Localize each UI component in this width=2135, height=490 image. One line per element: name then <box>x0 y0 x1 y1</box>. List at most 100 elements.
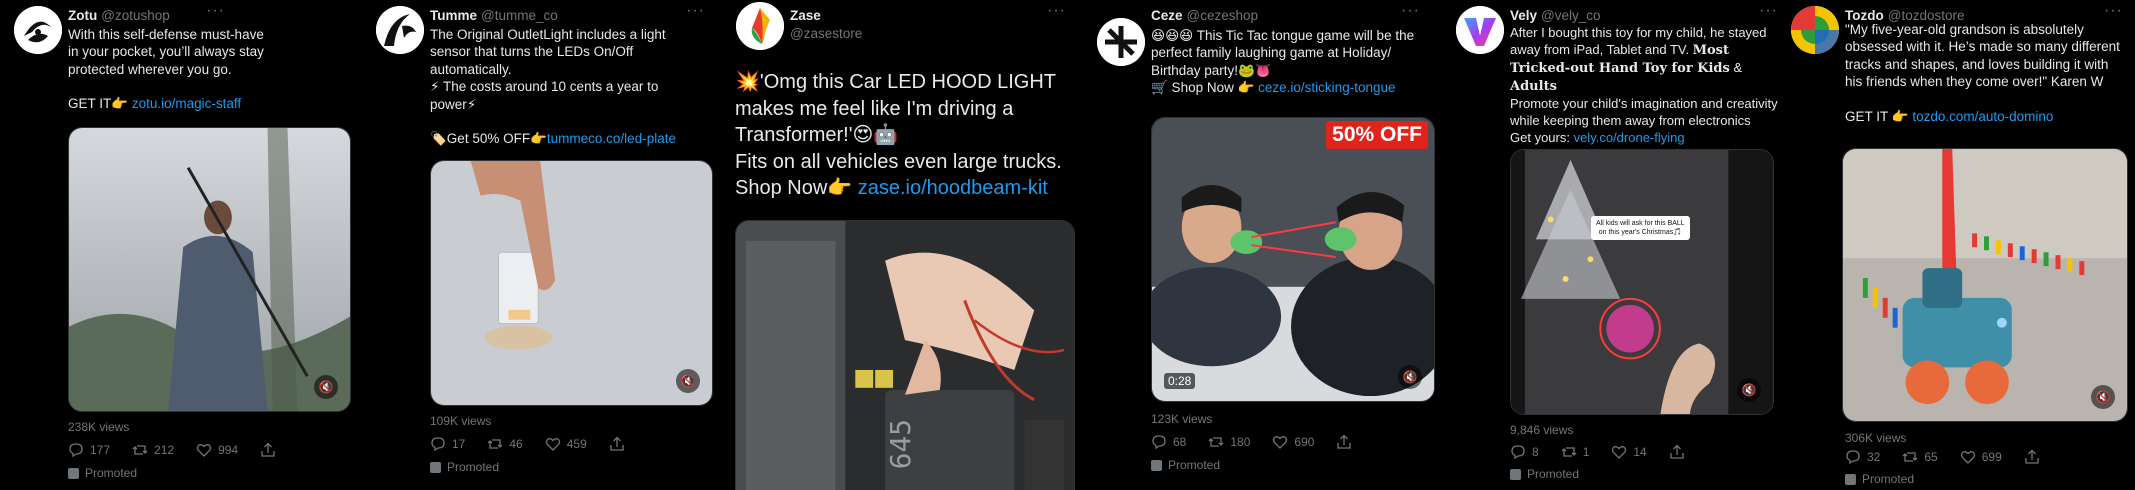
view-count: 109K views <box>430 414 492 428</box>
retweet-button[interactable]: 46 <box>487 436 523 452</box>
like-button[interactable]: 994 <box>196 442 238 458</box>
tweet-video[interactable]: 🔇 <box>430 160 713 406</box>
retweet-icon <box>132 442 148 458</box>
display-name[interactable]: Vely <box>1510 8 1537 23</box>
avatar[interactable] <box>376 6 424 54</box>
mute-button[interactable]: 🔇 <box>2091 385 2115 409</box>
promoted-text: Promoted <box>1862 472 1915 486</box>
retweet-button[interactable]: 65 <box>1902 449 1938 465</box>
view-count: 9,846 views <box>1510 423 1574 437</box>
reply-button[interactable]: 68 <box>1151 434 1186 450</box>
tweet-video[interactable]: 🔇 <box>1842 148 2128 422</box>
share-button[interactable] <box>1336 434 1358 450</box>
tumme-logo-icon <box>376 6 424 54</box>
promoted-text: Promoted <box>85 466 138 480</box>
cta-text: Shop Now👉 <box>735 177 858 199</box>
more-options-button[interactable]: ··· <box>206 2 225 20</box>
user-handle[interactable]: @cezeshop <box>1187 8 1259 23</box>
tweet-tozdo[interactable]: Tozdo @tozdostore ··· "My five-year-old g… <box>1777 0 2135 490</box>
user-handle[interactable]: @tumme_co <box>481 8 558 23</box>
reply-button[interactable]: 32 <box>1845 449 1880 465</box>
share-icon <box>1336 434 1352 450</box>
display-name[interactable]: Ceze <box>1151 8 1183 23</box>
more-options-button[interactable]: ··· <box>686 2 705 20</box>
reply-button[interactable]: 177 <box>68 442 110 458</box>
more-options-button[interactable]: ··· <box>2104 2 2123 20</box>
display-name[interactable]: Tumme <box>430 8 477 23</box>
user-handle[interactable]: @zotushop <box>101 8 170 23</box>
tweet-image[interactable]: 645 <box>735 220 1075 490</box>
tweet-actions: 68 180 690 <box>1151 434 1380 450</box>
promo-link[interactable]: ceze.io/sticking-tongue <box>1258 80 1395 95</box>
avatar[interactable] <box>1456 6 1504 54</box>
like-button[interactable]: 459 <box>545 436 587 452</box>
mute-button[interactable]: 🔇 <box>676 369 700 393</box>
mute-button[interactable]: 🔇 <box>314 375 338 399</box>
reply-count: 177 <box>90 443 111 457</box>
promoted-text: Promoted <box>447 460 500 474</box>
promo-link[interactable]: tummeco.co/led-plate <box>547 131 676 146</box>
mute-button[interactable]: 🔇 <box>1398 365 1422 389</box>
tweet-zotu[interactable]: Zotu @zotushop ··· With this self-defense… <box>0 0 355 490</box>
display-name[interactable]: Zase <box>790 8 1060 24</box>
tweet-video[interactable]: All kids will ask for this BALL on this … <box>1510 149 1774 415</box>
retweet-button[interactable]: 212 <box>132 442 174 458</box>
avatar[interactable] <box>1791 6 1839 54</box>
share-icon <box>609 436 625 452</box>
promoted-label: Promoted <box>68 466 137 480</box>
tweet-actions: 8 1 14 <box>1510 444 1713 460</box>
promoted-label: Promoted <box>1151 458 1220 472</box>
reply-button[interactable]: 8 <box>1510 444 1539 460</box>
more-options-button[interactable]: ··· <box>1401 2 1420 20</box>
tweet-vely[interactable]: Vely @vely_co ··· After I bought this toy… <box>1442 0 1792 490</box>
tozdo-logo-icon <box>1791 6 1839 54</box>
tweet-ceze[interactable]: Ceze @cezeshop ··· 😆😆😆 This Tic Tac tongu… <box>1083 0 1438 490</box>
mute-button[interactable]: 🔇 <box>1737 378 1761 402</box>
tweet-video[interactable]: 50% OFF 0:28 🔇 <box>1151 117 1435 402</box>
reply-icon <box>1845 449 1861 465</box>
view-count: 306K views <box>1845 431 1907 445</box>
tweet-video[interactable]: 🔇 <box>68 127 351 412</box>
user-handle[interactable]: @vely_co <box>1541 8 1600 23</box>
promo-link[interactable]: tozdo.com/auto-domino <box>1912 109 2053 124</box>
retweet-button[interactable]: 1 <box>1561 444 1589 460</box>
user-handle[interactable]: @zasestore <box>790 26 1060 42</box>
video-thumbnail <box>1152 118 1434 401</box>
like-count: 459 <box>566 437 587 451</box>
like-button[interactable]: 690 <box>1272 434 1314 450</box>
like-button[interactable]: 699 <box>1960 449 2002 465</box>
like-icon <box>196 442 212 458</box>
reply-button[interactable]: 17 <box>430 436 465 452</box>
tweet-text: 💥'Omg this Car LED HOOD LIGHT makes me f… <box>735 69 1072 202</box>
tweet-body: "My five-year-old grandson is absolutely… <box>1845 22 2120 90</box>
promoted-icon <box>68 467 79 479</box>
promo-link[interactable]: zase.io/hoodbeam-kit <box>858 177 1048 199</box>
promo-link[interactable]: vely.co/drone-flying <box>1574 130 1685 145</box>
promoted-icon <box>1845 473 1856 485</box>
more-options-button[interactable]: ··· <box>1047 2 1066 20</box>
tweet-zase[interactable]: Zase @zasestore ··· 💥'Omg this Car LED H… <box>722 0 1080 490</box>
retweet-count: 65 <box>1924 450 1938 464</box>
like-count: 14 <box>1633 445 1647 459</box>
avatar[interactable] <box>736 2 784 50</box>
avatar[interactable] <box>14 6 62 54</box>
video-thumbnail <box>69 128 350 411</box>
display-name[interactable]: Zotu <box>68 8 97 23</box>
tweet-body: With this self-defense must-have in your… <box>68 27 264 77</box>
retweet-icon <box>1902 449 1918 465</box>
retweet-button[interactable]: 180 <box>1208 434 1250 450</box>
tweet-header: Zase @zasestore <box>790 8 1060 42</box>
share-button[interactable] <box>609 436 631 452</box>
retweet-count: 180 <box>1230 435 1251 449</box>
share-button[interactable] <box>2024 449 2046 465</box>
more-options-button[interactable]: ··· <box>1759 2 1778 20</box>
share-button[interactable] <box>260 442 282 458</box>
like-button[interactable]: 14 <box>1611 444 1647 460</box>
tweet-body-2: Promote your child's imagination and cre… <box>1510 96 1778 128</box>
tweet-tumme[interactable]: Tumme @tumme_co ··· The Original OutletLi… <box>362 0 717 490</box>
avatar[interactable] <box>1097 18 1145 66</box>
promoted-icon <box>1510 468 1521 480</box>
promoted-label: Promoted <box>1510 467 1579 481</box>
promo-link[interactable]: zotu.io/magic-staff <box>132 96 241 111</box>
share-button[interactable] <box>1669 444 1691 460</box>
